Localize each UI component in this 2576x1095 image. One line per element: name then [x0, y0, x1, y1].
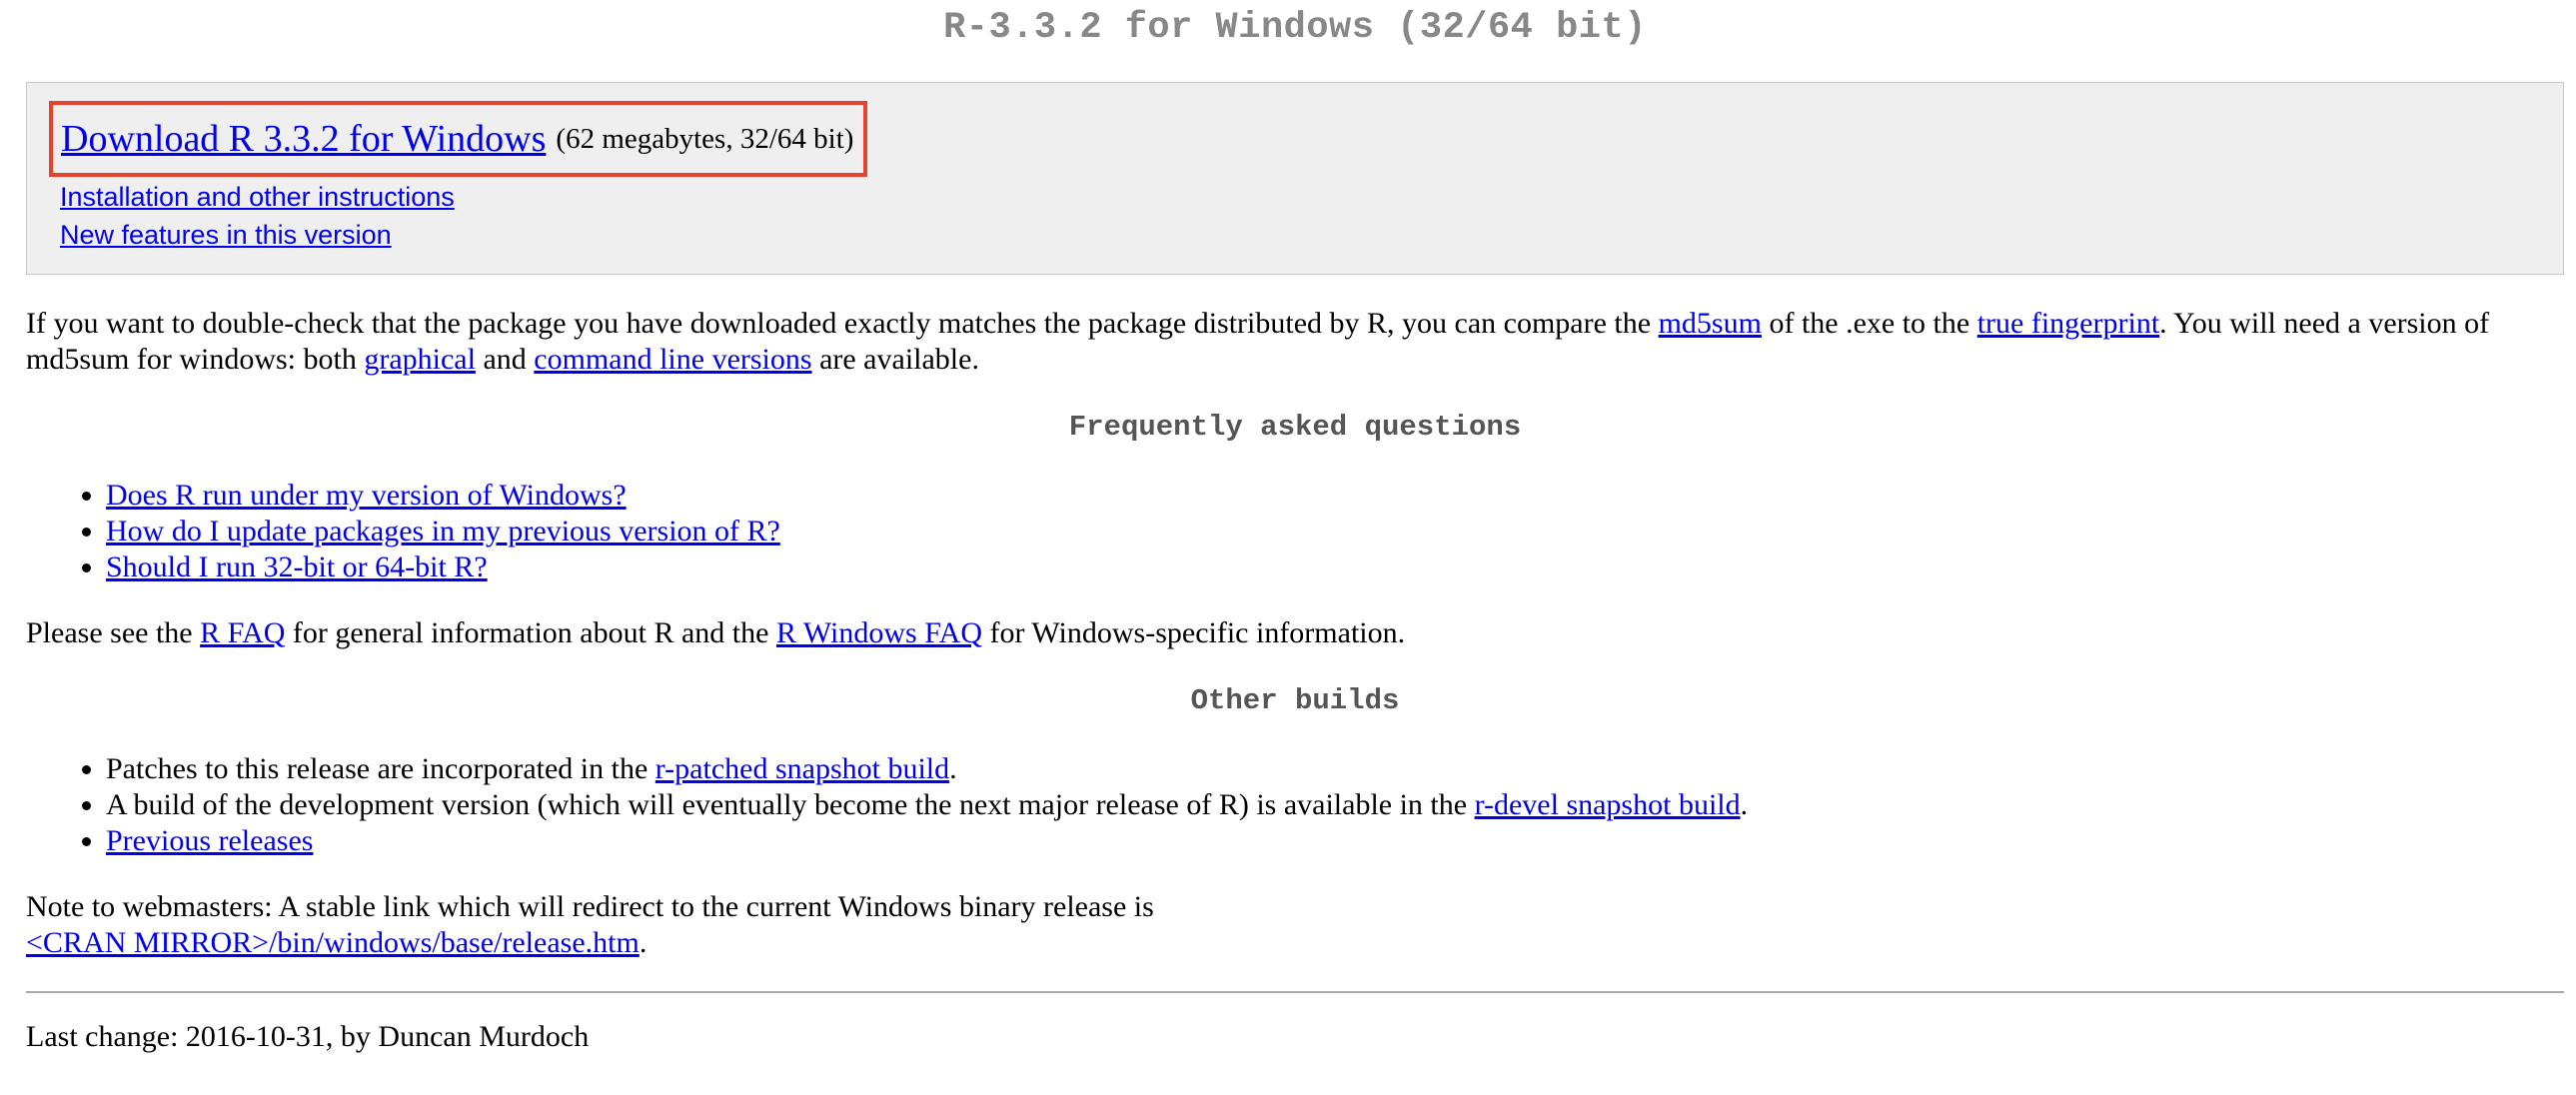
r-devel-snapshot-link[interactable]: r-devel snapshot build: [1475, 788, 1741, 821]
patches-text: Patches to this release are incorporated…: [106, 752, 655, 785]
faq-note-text-2: for general information about R and the: [285, 616, 776, 649]
page-title: R-3.3.2 for Windows (32/64 bit): [943, 7, 1647, 49]
r-windows-faq-link[interactable]: R Windows FAQ: [776, 616, 982, 649]
checksum-text-1: If you want to double-check that the pac…: [26, 307, 1659, 340]
webmasters-paragraph: Note to webmasters: A stable link which …: [26, 889, 2564, 961]
list-item: Previous releases: [106, 823, 2564, 859]
checksum-text-4: and: [475, 343, 535, 376]
faq-windows-version-link[interactable]: Does R run under my version of Windows?: [106, 479, 627, 512]
release-htm-link[interactable]: <CRAN MIRROR>/bin/windows/base/release.h…: [26, 926, 640, 959]
md5sum-link[interactable]: md5sum: [1659, 307, 1762, 340]
other-builds-list: Patches to this release are incorporated…: [26, 751, 2564, 859]
download-highlight-box: Download R 3.3.2 for Windows (62 megabyt…: [49, 101, 868, 177]
checksum-text-5: are available.: [811, 343, 979, 376]
faq-note-text-1: Please see the: [26, 616, 201, 649]
faq-update-packages-link[interactable]: How do I update packages in my previous …: [106, 515, 780, 548]
list-item: Should I run 32-bit or 64-bit R?: [106, 549, 2564, 585]
list-item: How do I update packages in my previous …: [106, 514, 2564, 549]
download-r-link[interactable]: Download R 3.3.2 for Windows: [61, 117, 546, 161]
faq-note-paragraph: Please see the R FAQ for general informa…: [26, 615, 2564, 651]
installation-instructions-link[interactable]: Installation and other instructions: [60, 179, 455, 215]
download-panel: Download R 3.3.2 for Windows (62 megabyt…: [26, 82, 2564, 275]
last-change-text: Last change: 2016-10-31, by Duncan Murdo…: [26, 1020, 590, 1053]
webmasters-end: .: [639, 926, 647, 959]
graphical-link[interactable]: graphical: [364, 343, 476, 376]
previous-releases-link[interactable]: Previous releases: [106, 824, 313, 857]
faq-note-text-3: for Windows-specific information.: [981, 616, 1406, 649]
r-patched-snapshot-link[interactable]: r-patched snapshot build: [655, 752, 949, 785]
faq-heading: Frequently asked questions: [1068, 411, 1522, 444]
list-item: Does R run under my version of Windows?: [106, 478, 2564, 514]
true-fingerprint-link[interactable]: true fingerprint: [1977, 307, 2159, 340]
new-features-link[interactable]: New features in this version: [60, 217, 392, 253]
list-item: A build of the development version (whic…: [106, 787, 2564, 823]
r-faq-link[interactable]: R FAQ: [200, 616, 285, 649]
patches-end: .: [949, 752, 957, 785]
list-item: Patches to this release are incorporated…: [106, 751, 2564, 787]
devel-end: .: [1740, 788, 1749, 821]
checksum-text-2: of the .exe to the: [1761, 307, 1977, 340]
faq-list: Does R run under my version of Windows? …: [26, 478, 2564, 585]
checksum-paragraph: If you want to double-check that the pac…: [26, 306, 2564, 378]
webmasters-text: Note to webmasters: A stable link which …: [26, 890, 1154, 923]
main-content: If you want to double-check that the pac…: [26, 306, 2564, 1055]
faq-32-or-64-bit-link[interactable]: Should I run 32-bit or 64-bit R?: [106, 550, 488, 583]
devel-text: A build of the development version (whic…: [106, 788, 1475, 821]
command-line-versions-link[interactable]: command line versions: [534, 343, 811, 376]
other-builds-heading: Other builds: [1190, 684, 1400, 717]
download-size-info: (62 megabytes, 32/64 bit): [556, 123, 854, 155]
page: R-3.3.2 for Windows (32/64 bit) Download…: [26, 0, 2564, 1053]
